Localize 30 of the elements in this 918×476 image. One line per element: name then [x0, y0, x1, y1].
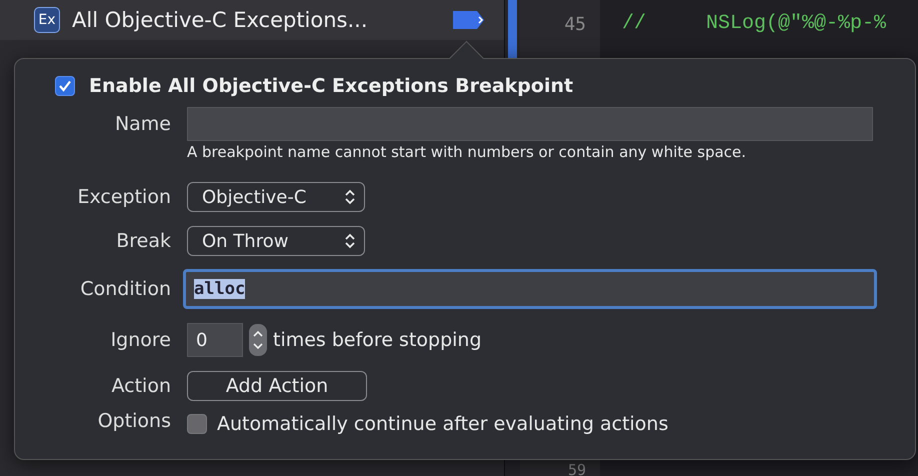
field-label: Name [114, 113, 171, 135]
field-label: Action [110, 375, 171, 397]
ignore-suffix: times before stopping [273, 329, 482, 351]
field-label: Exception [76, 186, 171, 208]
code-line: // NSLog(@"%@-%p-% [622, 12, 886, 35]
line-number: 59 [568, 462, 586, 476]
continue-checkbox[interactable] [187, 414, 207, 434]
breakpoint-row[interactable]: Ex All Objective-C Exceptions... [0, 0, 504, 40]
chevrons-icon [344, 232, 356, 250]
name-hint: A breakpoint name cannot start with numbers or contain any white space. [187, 143, 748, 161]
condition-field[interactable]: alloc [183, 269, 877, 309]
break-popup[interactable]: On Throw [187, 226, 365, 256]
field-label: Break [115, 230, 171, 252]
ignore-field[interactable]: 0 [187, 323, 243, 357]
continue-label: Automatically continue after evaluating actions [217, 413, 668, 435]
field-label: Options [96, 410, 171, 432]
name-field[interactable] [187, 107, 873, 141]
field-label: Ignore [110, 329, 171, 351]
add-action-button[interactable]: Add Action [187, 371, 367, 401]
checkmark-icon [58, 79, 72, 93]
enable-label: Enable All Objective-C Exceptions Breakpoint [89, 75, 574, 97]
exception-popup[interactable]: Objective-C [187, 182, 365, 212]
breakpoint-marker-icon[interactable] [452, 9, 486, 31]
chevrons-icon [344, 188, 356, 206]
stepper-icon[interactable] [249, 324, 267, 356]
breakpoint-title: All Objective-C Exceptions... [72, 8, 369, 32]
line-number: 45 [564, 14, 586, 37]
field-label: Condition [79, 278, 171, 300]
exception-badge: Ex [34, 7, 60, 33]
enable-checkbox[interactable] [55, 76, 75, 96]
